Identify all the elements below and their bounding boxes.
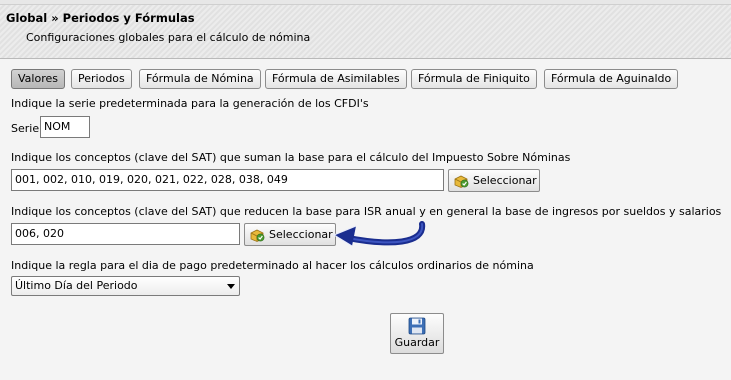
page-header: Global » Periodos y Fórmulas Configuraci… xyxy=(0,5,731,59)
page-title: Global » Periodos y Fórmulas xyxy=(6,11,195,25)
tab-formula-nomina[interactable]: Fórmula de Nómina xyxy=(139,69,261,89)
isn-concepts-input[interactable]: 001, 002, 010, 019, 020, 021, 022, 028, … xyxy=(11,169,444,191)
tab-valores[interactable]: Valores xyxy=(11,69,65,89)
save-button[interactable]: Guardar xyxy=(390,313,444,354)
isn-select-button-label: Seleccionar xyxy=(473,174,537,187)
serie-input[interactable]: NOM xyxy=(40,116,90,138)
pago-rule-selected: Último Día del Periodo xyxy=(15,279,138,292)
chevron-down-icon xyxy=(227,284,235,289)
pago-rule-select[interactable]: Último Día del Periodo xyxy=(11,276,240,296)
isn-select-button[interactable]: Seleccionar xyxy=(448,169,540,192)
floppy-disk-icon xyxy=(408,317,426,335)
isn-instruction: Indique los conceptos (clave del SAT) qu… xyxy=(11,151,571,164)
arrow-left-icon xyxy=(332,221,426,247)
tab-formula-finiquito[interactable]: Fórmula de Finiquito xyxy=(411,69,537,89)
package-add-icon xyxy=(250,229,265,242)
serie-label: Serie xyxy=(11,122,40,135)
save-button-label: Guardar xyxy=(394,336,440,349)
serie-instruction: Indique la serie predeterminada para la … xyxy=(11,97,369,110)
tab-formula-asimilables[interactable]: Fórmula de Asimilables xyxy=(265,69,407,89)
isr-select-button[interactable]: Seleccionar xyxy=(244,223,336,246)
isr-select-button-label: Seleccionar xyxy=(269,228,333,241)
page-subtitle: Configuraciones globales para el cálculo… xyxy=(26,31,311,44)
pago-instruction: Indique la regla para el dia de pago pre… xyxy=(11,259,534,272)
tab-formula-aguinaldo[interactable]: Fórmula de Aguinaldo xyxy=(544,69,679,89)
package-add-icon xyxy=(454,175,469,188)
isr-concepts-input[interactable]: 006, 020 xyxy=(11,223,240,245)
tab-periodos[interactable]: Periodos xyxy=(71,69,132,89)
